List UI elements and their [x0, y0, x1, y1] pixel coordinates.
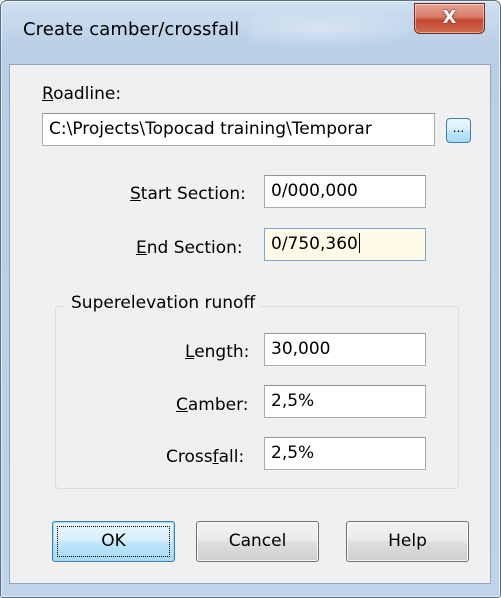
dialog-title: Create camber/crossfall [23, 19, 240, 40]
focus-rectangle [57, 526, 170, 557]
end-section-label-text: nd Section: [146, 238, 243, 258]
roadline-path-field[interactable]: C:\Projects\Topocad training\Temporar [42, 113, 435, 146]
roadline-label-accelerator: R [42, 84, 54, 104]
crossfall-field[interactable]: 2,5% [264, 437, 426, 470]
start-section-label: Start Section: [130, 184, 246, 204]
close-button[interactable]: X [414, 3, 485, 34]
ok-button[interactable]: OK [52, 521, 175, 562]
length-label-accelerator: L [185, 342, 195, 362]
length-label-text: ength: [194, 342, 250, 362]
roadline-label-text: oadline: [53, 84, 122, 104]
length-field[interactable]: 30,000 [264, 333, 426, 366]
close-icon: X [442, 7, 457, 28]
superelevation-runoff-group-title: Superelevation runoff [66, 293, 261, 313]
crossfall-label-text: all: [218, 447, 245, 467]
end-section-label: End Section: [136, 238, 243, 258]
text-caret [358, 232, 360, 253]
cancel-button[interactable]: Cancel [196, 521, 319, 562]
start-section-label-text: tart Section: [140, 184, 246, 204]
end-section-value: 0/750,360 [271, 234, 358, 254]
end-section-field[interactable]: 0/750,360 [264, 228, 426, 261]
crossfall-label-prefix: Cross [166, 447, 213, 467]
titlebar-glass-highlight [251, 9, 421, 49]
camber-label-accelerator: C [176, 395, 188, 415]
camber-field[interactable]: 2,5% [264, 385, 426, 418]
camber-label-text: amber: [187, 395, 249, 415]
help-button[interactable]: Help [346, 521, 469, 562]
browse-roadline-button[interactable]: ... [446, 118, 471, 143]
length-label: Length: [185, 342, 249, 362]
camber-label: Camber: [176, 395, 249, 415]
start-section-label-accelerator: S [130, 184, 141, 204]
end-section-label-accelerator: E [136, 238, 147, 258]
roadline-label: Roadline: [42, 84, 121, 104]
crossfall-label: Crossfall: [166, 447, 244, 467]
start-section-field[interactable]: 0/000,000 [264, 175, 426, 208]
